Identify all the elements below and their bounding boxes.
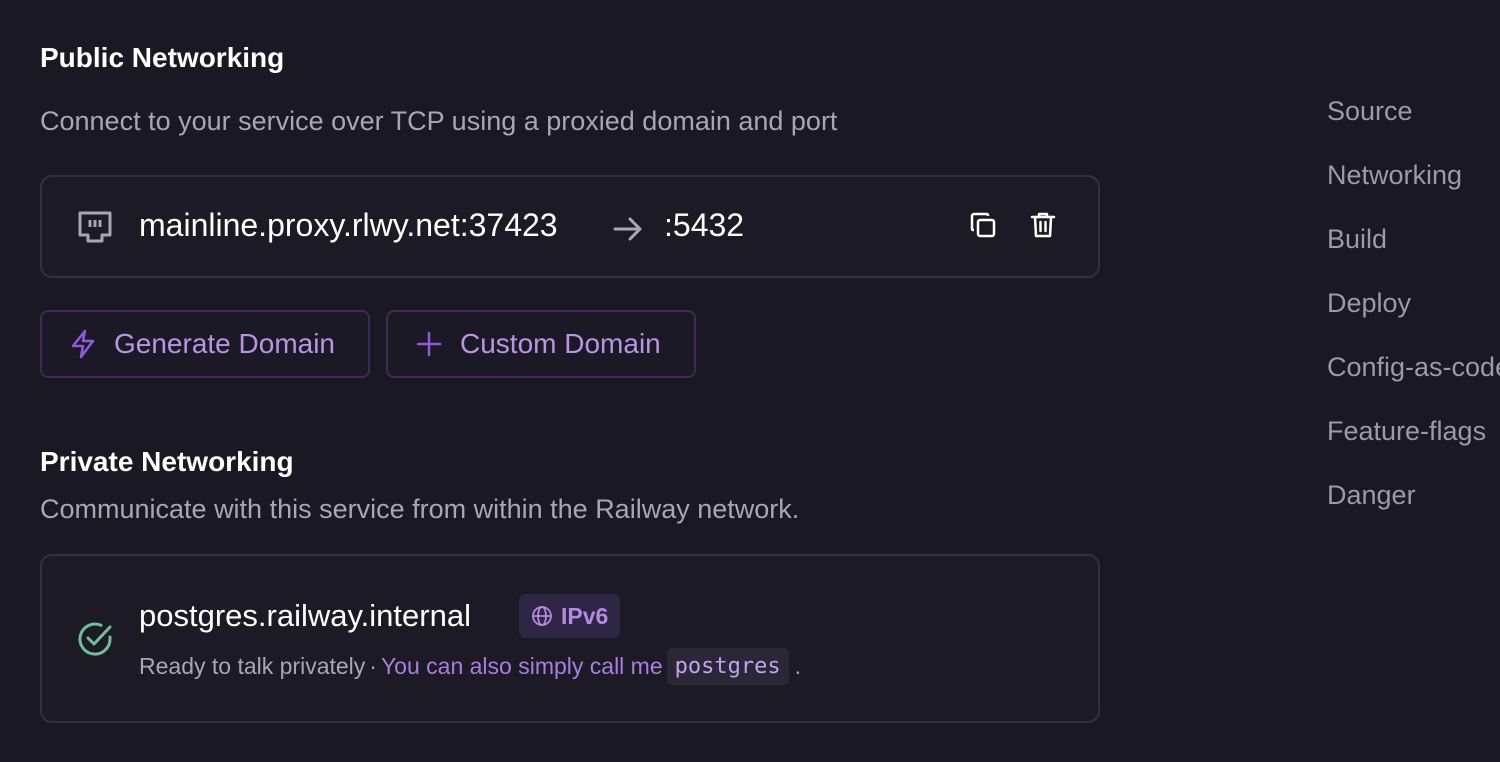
globe-icon xyxy=(531,605,553,627)
custom-domain-button[interactable]: Custom Domain xyxy=(386,310,696,378)
trash-icon xyxy=(1030,211,1056,244)
settings-side-nav: Source Networking Build Deploy Config-as… xyxy=(1327,0,1500,762)
arrow-right-icon xyxy=(612,213,644,245)
networking-settings-page: Public Networking Connect to your servic… xyxy=(0,0,1500,762)
lightning-icon xyxy=(68,329,98,359)
tcp-proxy-row: mainline.proxy.rlwy.net:37423 :5432 xyxy=(42,177,1098,276)
tcp-proxy-card: mainline.proxy.rlwy.net:37423 :5432 xyxy=(40,175,1100,278)
ethernet-port-icon xyxy=(76,209,114,247)
nav-item-networking[interactable]: Networking xyxy=(1327,160,1462,191)
copy-button[interactable] xyxy=(965,209,1001,245)
proxy-target-port: :5432 xyxy=(664,207,745,243)
period: . xyxy=(794,653,801,679)
status-text: Ready to talk privately xyxy=(139,653,366,679)
plus-icon xyxy=(414,329,444,359)
nav-item-config-as-code[interactable]: Config-as-code xyxy=(1327,352,1500,383)
generate-domain-button[interactable]: Generate Domain xyxy=(40,310,370,378)
alias-code[interactable]: postgres xyxy=(666,648,789,685)
public-networking-description: Connect to your service over TCP using a… xyxy=(40,106,838,136)
nav-item-build[interactable]: Build xyxy=(1327,224,1387,255)
custom-domain-label: Custom Domain xyxy=(460,328,661,359)
nav-item-danger[interactable]: Danger xyxy=(1327,480,1416,511)
generate-domain-label: Generate Domain xyxy=(114,328,336,359)
nav-item-source[interactable]: Source xyxy=(1327,96,1413,127)
copy-icon xyxy=(969,211,997,244)
public-networking-title: Public Networking xyxy=(40,42,285,73)
nav-item-feature-flags[interactable]: Feature-flags xyxy=(1327,416,1486,447)
ipv6-badge: IPv6 xyxy=(519,594,621,638)
nav-item-deploy[interactable]: Deploy xyxy=(1327,288,1411,319)
proxy-domain: mainline.proxy.rlwy.net:37423 xyxy=(139,207,558,243)
check-circle-icon xyxy=(76,620,114,658)
private-networking-title: Private Networking xyxy=(40,446,294,477)
separator: · xyxy=(369,653,377,679)
private-networking-description: Communicate with this service from withi… xyxy=(40,494,800,524)
internal-domain: postgres.railway.internal xyxy=(139,598,471,633)
ipv6-label: IPv6 xyxy=(561,602,609,629)
private-network-card: postgres.railway.internal IPv6 Ready to … xyxy=(40,554,1100,723)
private-status-line: Ready to talk privately · You can also s… xyxy=(139,648,801,685)
delete-button[interactable] xyxy=(1025,209,1061,245)
alias-hint-text: You can also simply call me xyxy=(380,653,663,679)
